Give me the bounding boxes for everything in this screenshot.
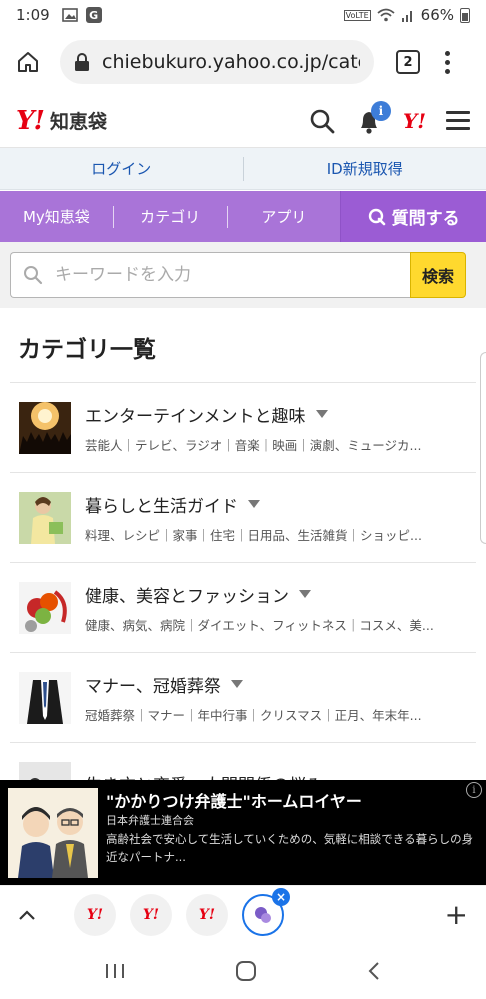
notifications-button[interactable]: i xyxy=(355,100,391,135)
category-thumbnail xyxy=(19,401,71,454)
system-navigation-bar xyxy=(0,943,486,999)
address-bar[interactable]: chiebukuro.yahoo.co.jp/categ xyxy=(60,40,374,84)
yahoo-tab-icon: Y! xyxy=(86,906,104,923)
account-links: ログイン ID新規取得 xyxy=(0,148,486,190)
login-link[interactable]: ログイン xyxy=(0,158,243,179)
page-title: カテゴリ一覧 xyxy=(18,337,156,363)
yahoo-tab-icon: Y! xyxy=(198,906,216,923)
category-name: 暮らしと生活ガイド xyxy=(85,496,238,517)
category-item-health-beauty[interactable]: 健康、美容とファッション 健康、病気、病院｜ダイエット、フィットネス｜コスメ、美… xyxy=(10,563,476,653)
category-thumbnail xyxy=(19,581,71,634)
tab-thumbnail[interactable]: Y! xyxy=(130,893,172,936)
url-text: chiebukuro.yahoo.co.jp/categ xyxy=(102,51,360,73)
tab-thumbnail[interactable]: Y! xyxy=(186,893,228,936)
site-header: Y! 知恵袋 i Y! xyxy=(0,94,486,148)
search-box xyxy=(10,252,410,298)
category-subcategories: 冠婚葬祭｜マナー｜年中行事｜クリスマス｜正月、年末年... xyxy=(85,707,422,723)
site-logo-text[interactable]: 知恵袋 xyxy=(50,107,107,134)
category-subcategories: 健康、病気、病院｜ダイエット、フィットネス｜コスメ、美... xyxy=(85,617,434,633)
tab-switcher-button[interactable]: 2 xyxy=(396,50,420,74)
home-icon xyxy=(18,52,38,72)
category-name: 健康、美容とファッション xyxy=(85,586,289,607)
app-notification-icon: G xyxy=(85,7,102,23)
question-q-icon xyxy=(368,208,385,225)
category-name: エンターテインメントと趣味 xyxy=(85,406,306,427)
nav-category[interactable]: カテゴリ xyxy=(114,206,227,227)
image-notification-icon xyxy=(61,8,78,22)
browser-menu-button[interactable] xyxy=(444,50,450,74)
search-input[interactable] xyxy=(55,265,375,285)
tab-thumbnail[interactable]: Y! xyxy=(74,893,116,936)
chevron-down-icon[interactable] xyxy=(248,500,260,508)
category-item-entertainment[interactable]: エンターテインメントと趣味 芸能人｜テレビ、ラジオ｜音楽｜映画｜演劇、ミュージカ… xyxy=(10,383,476,473)
yahoo-logo[interactable]: Y! xyxy=(16,106,45,136)
yahoo-portal-link[interactable]: Y! xyxy=(403,109,426,133)
search-area: 検索 xyxy=(0,242,486,308)
chevron-up-icon[interactable] xyxy=(18,909,36,921)
category-subcategories: 料理、レシピ｜家事｜住宅｜日用品、生活雑貨｜ショッピ... xyxy=(85,527,422,543)
wifi-icon xyxy=(377,8,395,22)
category-name: マナー、冠婚葬祭 xyxy=(85,676,221,697)
search-button[interactable]: 検索 xyxy=(410,252,466,298)
category-thumbnail xyxy=(19,671,71,724)
yahoo-tab-icon: Y! xyxy=(142,906,160,923)
scroll-handle[interactable] xyxy=(480,352,486,544)
signal-icon xyxy=(401,11,412,22)
browser-tab-strip: Y! Y! Y! × + xyxy=(0,885,486,943)
nav-app[interactable]: アプリ xyxy=(228,206,341,227)
back-icon[interactable] xyxy=(366,961,382,981)
ad-image xyxy=(8,788,98,878)
home-button[interactable] xyxy=(14,48,42,76)
category-item-living[interactable]: 暮らしと生活ガイド 料理、レシピ｜家事｜住宅｜日用品、生活雑貨｜ショッピ... xyxy=(10,473,476,563)
browser-toolbar: chiebukuro.yahoo.co.jp/categ 2 xyxy=(0,30,486,94)
category-list: エンターテインメントと趣味 芸能人｜テレビ、ラジオ｜音楽｜映画｜演劇、ミュージカ… xyxy=(10,382,476,833)
chevron-down-icon[interactable] xyxy=(230,680,243,688)
tab-thumbnail-active[interactable]: × xyxy=(242,887,290,936)
category-item-manners[interactable]: マナー、冠婚葬祭 冠婚葬祭｜マナー｜年中行事｜クリスマス｜正月、年末年... xyxy=(10,653,476,743)
recent-apps-icon[interactable] xyxy=(104,962,126,980)
ad-info-icon[interactable]: i xyxy=(466,782,482,798)
status-time: 1:09 xyxy=(16,6,50,24)
signup-link[interactable]: ID新規取得 xyxy=(244,158,486,179)
ad-banner[interactable]: "かかりつけ弁護士"ホームロイヤー 日本弁護士連合会 高齢社会で安心して生活して… xyxy=(0,780,486,885)
battery-icon xyxy=(460,7,470,23)
lock-icon xyxy=(75,53,89,71)
category-thumbnail xyxy=(19,491,71,544)
home-nav-icon[interactable] xyxy=(235,960,257,982)
category-subcategories: 芸能人｜テレビ、ラジオ｜音楽｜映画｜演劇、ミュージカ... xyxy=(85,437,422,453)
volte-icon: VoLTE xyxy=(343,9,371,21)
ad-body: 高齢社会で安心して生活していくための、気軽に相談できる暮らしの身近なパートナ..… xyxy=(106,832,474,864)
chiebukuro-tab-icon xyxy=(255,906,271,923)
search-icon[interactable] xyxy=(309,108,335,134)
chevron-down-icon[interactable] xyxy=(299,590,311,598)
ask-question-label: 質問する xyxy=(391,209,460,229)
close-icon[interactable]: × xyxy=(272,887,290,906)
ask-question-button[interactable]: 質問する xyxy=(340,191,486,242)
notification-badge: i xyxy=(370,100,391,121)
status-bar: 1:09 G VoLTE 66% xyxy=(0,0,486,30)
search-icon xyxy=(24,266,43,285)
ad-sponsor: 日本弁護士連合会 xyxy=(106,814,194,827)
ad-title: "かかりつけ弁護士"ホームロイヤー xyxy=(106,792,362,811)
main-nav: My知恵袋 カテゴリ アプリ 質問する xyxy=(0,191,486,242)
menu-icon[interactable] xyxy=(446,111,470,130)
battery-level: 66% xyxy=(420,6,454,24)
chevron-down-icon[interactable] xyxy=(315,410,328,418)
nav-my-chiebukuro[interactable]: My知恵袋 xyxy=(0,206,113,227)
add-tab-button[interactable]: + xyxy=(445,898,468,931)
